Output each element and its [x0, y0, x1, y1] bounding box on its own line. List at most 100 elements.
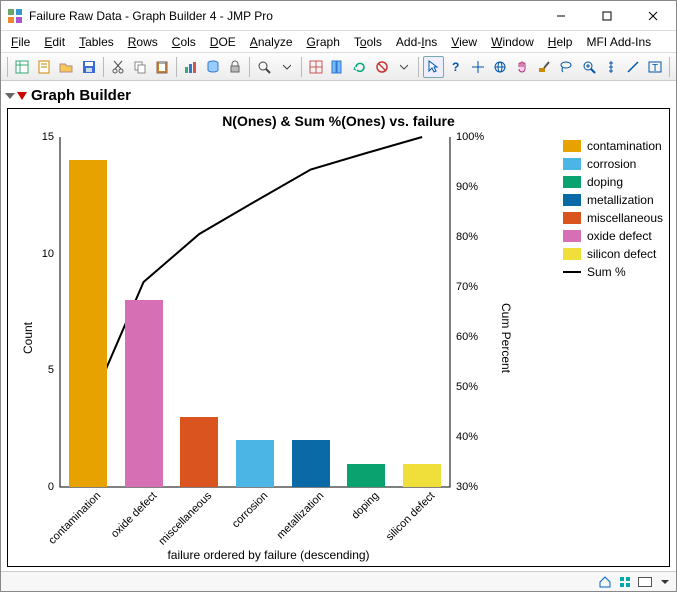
- content-area: Graph Builder N(Ones) & Sum %(Ones) vs. …: [1, 81, 676, 571]
- lasso-icon[interactable]: [556, 56, 576, 78]
- menu-graph[interactable]: Graph: [301, 33, 346, 51]
- new-script-icon[interactable]: [34, 56, 54, 78]
- menu-analyze[interactable]: Analyze: [244, 33, 299, 51]
- columns-icon[interactable]: [328, 56, 348, 78]
- y2-tick: 90%: [450, 181, 478, 193]
- legend-label: Sum %: [587, 265, 626, 279]
- menu-rows[interactable]: Rows: [122, 33, 164, 51]
- legend-item[interactable]: contamination: [563, 137, 663, 155]
- bar[interactable]: [292, 440, 330, 487]
- hand-icon[interactable]: [512, 56, 532, 78]
- legend-swatch: [563, 212, 581, 224]
- menu-help[interactable]: Help: [542, 33, 579, 51]
- window-buttons: [538, 1, 676, 30]
- globe-icon[interactable]: [490, 56, 510, 78]
- dropdown2-icon[interactable]: [394, 56, 414, 78]
- legend-swatch: [563, 176, 581, 188]
- legend-item[interactable]: silicon defect: [563, 245, 663, 263]
- legend: contamination corrosion doping metallizatio…: [563, 137, 663, 281]
- help-icon[interactable]: ?: [446, 56, 466, 78]
- line-tool-icon[interactable]: [623, 56, 643, 78]
- bar[interactable]: [347, 464, 385, 487]
- svg-text:T: T: [652, 63, 658, 74]
- legend-label: metallization: [587, 193, 654, 207]
- bar[interactable]: [180, 417, 218, 487]
- legend-item[interactable]: oxide defect: [563, 227, 663, 245]
- legend-item[interactable]: miscellaneous: [563, 209, 663, 227]
- minimize-button[interactable]: [538, 1, 584, 30]
- plot-area[interactable]: 05101530%40%50%60%70%80%90%100%contamina…: [60, 137, 450, 487]
- bar[interactable]: [403, 464, 441, 487]
- menu-tables[interactable]: Tables: [73, 33, 120, 51]
- y2-tick: 80%: [450, 231, 478, 243]
- new-table-icon[interactable]: [12, 56, 32, 78]
- red-triangle-icon[interactable]: [17, 92, 27, 100]
- text-tool-icon[interactable]: T: [645, 56, 665, 78]
- legend-item[interactable]: corrosion: [563, 155, 663, 173]
- menu-tools[interactable]: Tools: [348, 33, 388, 51]
- ruler-icon[interactable]: [601, 56, 621, 78]
- menu-edit[interactable]: Edit: [38, 33, 71, 51]
- menu-view[interactable]: View: [445, 33, 483, 51]
- status-box[interactable]: [638, 577, 652, 587]
- x-category-label: doping: [350, 490, 382, 522]
- legend-swatch: [563, 194, 581, 206]
- x-category-label: silicon defect: [384, 490, 437, 543]
- bar[interactable]: [236, 440, 274, 487]
- open-icon[interactable]: [56, 56, 76, 78]
- dropdown-icon[interactable]: [277, 56, 297, 78]
- x-category-label: metallization: [274, 490, 326, 542]
- lock-icon[interactable]: [225, 56, 245, 78]
- legend-label: contamination: [587, 139, 662, 153]
- legend-item[interactable]: Sum %: [563, 263, 663, 281]
- grid-icon[interactable]: [306, 56, 326, 78]
- refresh-icon[interactable]: [350, 56, 370, 78]
- save-icon[interactable]: [78, 56, 98, 78]
- legend-item[interactable]: doping: [563, 173, 663, 191]
- chart-icon[interactable]: [181, 56, 201, 78]
- status-dropdown-icon[interactable]: [658, 575, 672, 589]
- y2-tick: 50%: [450, 381, 478, 393]
- svg-text:?: ?: [452, 60, 459, 74]
- chart-frame[interactable]: N(Ones) & Sum %(Ones) vs. failure Count …: [7, 108, 670, 567]
- x-category-label: oxide defect: [108, 490, 158, 540]
- brush-icon[interactable]: [534, 56, 554, 78]
- paste-icon[interactable]: [152, 56, 172, 78]
- db-icon[interactable]: [203, 56, 223, 78]
- bar[interactable]: [125, 300, 163, 487]
- x-category-label: corrosion: [230, 490, 270, 530]
- dashboard-icon[interactable]: [618, 575, 632, 589]
- legend-label: corrosion: [587, 157, 636, 171]
- legend-item[interactable]: metallization: [563, 191, 663, 209]
- menu-doe[interactable]: DOE: [204, 33, 242, 51]
- y2-tick: 40%: [450, 431, 478, 443]
- menu-addins[interactable]: Add-Ins: [390, 33, 443, 51]
- x-axis-label: failure ordered by failure (descending): [8, 548, 529, 562]
- pointer-icon[interactable]: [423, 56, 443, 78]
- copy-icon[interactable]: [130, 56, 150, 78]
- titlebar: Failure Raw Data - Graph Builder 4 - JMP…: [1, 1, 676, 31]
- cut-icon[interactable]: [108, 56, 128, 78]
- disclosure-icon[interactable]: [5, 93, 15, 99]
- menu-mfi-addins[interactable]: MFI Add-Ins: [580, 33, 657, 51]
- legend-line-swatch: [563, 271, 581, 273]
- menu-cols[interactable]: Cols: [166, 33, 202, 51]
- home-icon[interactable]: [598, 575, 612, 589]
- zoom-in-icon[interactable]: [579, 56, 599, 78]
- legend-label: oxide defect: [587, 229, 652, 243]
- chart-title: N(Ones) & Sum %(Ones) vs. failure: [8, 109, 669, 129]
- y2-tick: 100%: [450, 131, 484, 143]
- legend-swatch: [563, 140, 581, 152]
- close-button[interactable]: [630, 1, 676, 30]
- zoom-icon[interactable]: [254, 56, 274, 78]
- y2-axis-label: Cum Percent: [499, 302, 513, 372]
- maximize-button[interactable]: [584, 1, 630, 30]
- x-category-label: contamination: [46, 490, 103, 547]
- cum-line: [60, 137, 450, 487]
- menu-window[interactable]: Window: [485, 33, 540, 51]
- y-tick: 10: [42, 248, 60, 260]
- menu-file[interactable]: File: [5, 33, 36, 51]
- crosshair-icon[interactable]: [468, 56, 488, 78]
- cancel-icon[interactable]: [372, 56, 392, 78]
- bar[interactable]: [69, 160, 107, 487]
